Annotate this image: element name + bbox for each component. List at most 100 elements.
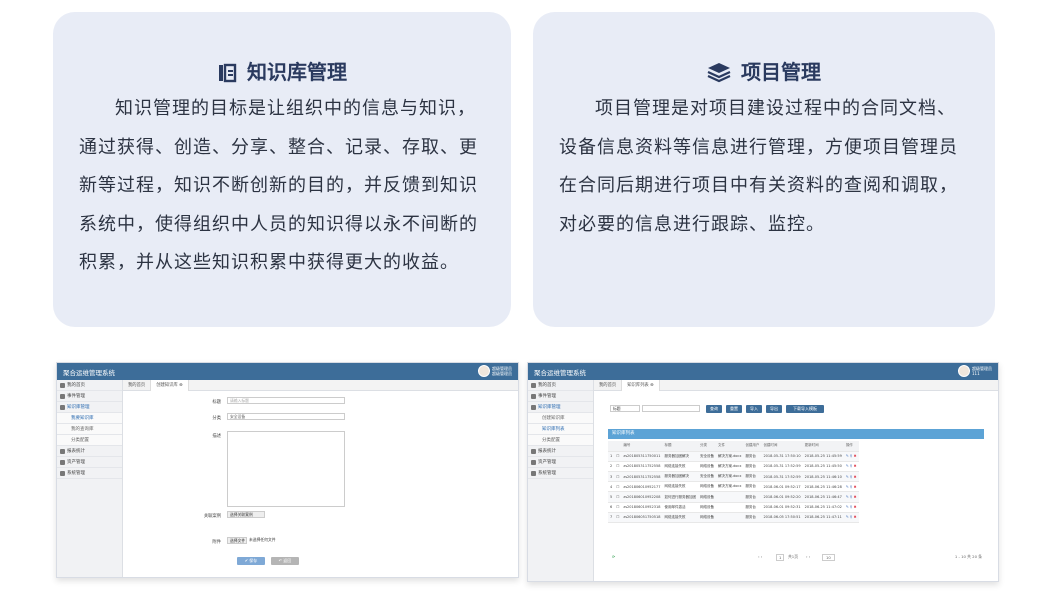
tab-home[interactable]: 我的首页 (594, 380, 621, 391)
col-id[interactable]: 编号 (621, 441, 663, 452)
table-row[interactable]: 3 ☐ zs201805311752558 服务器加固解决 安全设备 解决方案.docx 服… (608, 471, 859, 483)
table-row[interactable]: 4 ☐ zs201806010952177 网络连接失败 网络设备 解决方案.docx 服务… (608, 481, 859, 493)
sidebar-item-reports[interactable]: 报表统计 (528, 446, 593, 457)
knowledge-card: 知识库管理 知识管理的目标是让组织中的信息与知识，通过获得、创造、分享、整合、记… (53, 12, 511, 327)
delete-icon[interactable]: ✖ (854, 515, 857, 519)
app-brand: 聚合运维管理系统 (63, 369, 115, 377)
edit-icon[interactable]: ✎ (846, 495, 849, 499)
edit-icon[interactable]: ✎ (846, 505, 849, 509)
col-user[interactable]: 创建用户 (743, 441, 762, 452)
pager-prev-icon[interactable]: ‹ ‹ (758, 554, 762, 559)
pager-info: 1 - 10 共 20 条 (954, 554, 982, 559)
view-icon[interactable]: ⚲ (850, 495, 853, 499)
return-button[interactable]: ↶ 返回 (271, 557, 299, 565)
tab-bar: 我的首页 创建知识库 ⊗ (123, 380, 518, 391)
related-button[interactable]: 选择关联案例 (227, 511, 265, 518)
view-icon[interactable]: ⚲ (850, 454, 853, 458)
sidebar-item-assets[interactable]: 资产管理 (57, 457, 122, 468)
pager-total-pages: 共1页 (788, 554, 799, 559)
title-input[interactable]: 请输入标题 (227, 397, 345, 404)
category-label: 分类 (212, 416, 221, 421)
export-button[interactable]: 导出 (766, 405, 782, 413)
col-title[interactable]: 标题 (662, 441, 698, 452)
sidebar-item-my-query[interactable]: 我的查询库 (57, 424, 122, 435)
edit-icon[interactable]: ✎ (846, 464, 849, 468)
sidebar-item-assets[interactable]: 资产管理 (528, 457, 593, 468)
tab-bar: 我的首页 知识库列表 ⊗ (594, 380, 998, 391)
create-knowledge-screenshot: 聚合运维管理系统 超级管理员 超级管理员 我的首页 事件管理 知识库管理 我要知… (56, 362, 519, 578)
col-created[interactable]: 创建时间 (761, 441, 803, 452)
table-row[interactable]: 7 ☐ zs201806051750518 网络连接失败 网络设备 服务台 2018-06-… (608, 512, 859, 524)
delete-icon[interactable]: ✖ (854, 485, 857, 489)
sidebar-item-home[interactable]: 我的首页 (57, 380, 122, 391)
col-updated[interactable]: 更新时间 (802, 441, 844, 452)
delete-icon[interactable]: ✖ (854, 475, 857, 479)
sidebar-item-system[interactable]: 系统管理 (528, 468, 593, 479)
pager-page-input[interactable]: 1 (776, 554, 785, 561)
delete-icon[interactable]: ✖ (854, 505, 857, 509)
view-icon[interactable]: ⚲ (850, 475, 853, 479)
pager-size-select[interactable]: 10 (822, 554, 835, 561)
save-button[interactable]: ✔ 保存 (237, 557, 265, 565)
avatar[interactable] (958, 365, 970, 377)
view-icon[interactable]: ⚲ (850, 505, 853, 509)
col-category[interactable]: 分类 (697, 441, 716, 452)
pager-next-icon[interactable]: › › (806, 554, 810, 559)
title-label: 标题 (212, 400, 221, 405)
edit-icon[interactable]: ✎ (846, 475, 849, 479)
delete-icon[interactable]: ✖ (854, 495, 857, 499)
view-icon[interactable]: ⚲ (850, 464, 853, 468)
filter-select[interactable]: 标题 (610, 405, 640, 412)
delete-icon[interactable]: ✖ (854, 464, 857, 468)
download-template-button[interactable]: 下载导入模板 (786, 405, 824, 413)
desc-textarea[interactable] (227, 431, 345, 507)
sidebar-item-home[interactable]: 我的首页 (528, 380, 593, 391)
edit-icon[interactable]: ✎ (846, 485, 849, 489)
reset-button[interactable]: 重置 (726, 405, 742, 413)
table-row[interactable]: 5 ☐ zs201806010952208 如何进行服务器加固 网络设备 服务台 2018-… (608, 491, 859, 503)
sidebar-item-knowledge[interactable]: 知识库管理 (528, 402, 593, 413)
sidebar-item-category[interactable]: 分类配置 (57, 435, 122, 446)
col-file[interactable]: 文件 (715, 441, 744, 452)
app-brand: 聚合运维管理系统 (534, 369, 586, 377)
sidebar-item-knowledge[interactable]: 知识库管理 (57, 402, 122, 413)
edit-icon[interactable]: ✎ (846, 454, 849, 458)
project-title-row: 项目管理 (533, 56, 995, 88)
sidebar-item-events[interactable]: 事件管理 (57, 391, 122, 402)
sidebar-item-create-knowledge[interactable]: 创建知识库 (528, 413, 593, 424)
import-button[interactable]: 导入 (746, 405, 762, 413)
sidebar-item-my-knowledge[interactable]: 我要知识库 (57, 413, 122, 424)
table-header: 编号 标题 分类 文件 创建用户 创建时间 更新时间 操作 (608, 441, 859, 452)
category-select[interactable]: 安全设备 (227, 413, 345, 420)
panel-title: 知识库列表 (608, 429, 984, 439)
table-row[interactable]: 1 ☐ zs201805311750011 服务器加固解决 安全设备 解决方案.docx 服… (608, 451, 859, 462)
view-icon[interactable]: ⚲ (850, 485, 853, 489)
app-topbar: 聚合运维管理系统 超级管理员 超级管理员 (57, 363, 518, 380)
create-form: 标题 请输入标题 分类 安全设备 描述 关联案例 选择关联案例 附件 选择文件 … (123, 391, 518, 577)
tab-knowledge-list[interactable]: 知识库列表 ⊗ (621, 380, 660, 391)
refresh-icon[interactable]: ⟳ (612, 554, 615, 559)
query-button[interactable]: 查询 (706, 405, 722, 413)
avatar[interactable] (478, 365, 490, 377)
filter-input[interactable] (642, 405, 700, 412)
sidebar-item-knowledge-list[interactable]: 知识库列表 (528, 424, 593, 435)
tab-home[interactable]: 我的首页 (123, 380, 150, 391)
sidebar-item-reports[interactable]: 报表统计 (57, 446, 122, 457)
table-row[interactable]: 2 ☐ zs201805311752558 网络连接失败 网络设备 解决方案.docx 服务… (608, 461, 859, 473)
pagination: ⟳ ‹ ‹ 1 共1页 › › 10 1 - 10 共 20 条 (608, 553, 984, 563)
tab-create-knowledge[interactable]: 创建知识库 ⊗ (150, 380, 189, 391)
table-row[interactable]: 6 ☐ zs201806010952318 使用邮件激活 网络设备 服务台 2018-06-… (608, 502, 859, 513)
sidebar-item-system[interactable]: 系统管理 (57, 468, 122, 479)
col-actions: 操作 (843, 441, 859, 452)
delete-icon[interactable]: ✖ (854, 454, 857, 458)
knowledge-list-screenshot: 聚合运维管理系统 超级管理员 111 我的首页 事件管理 知识库管理 创建知识库… (527, 362, 999, 582)
file-button[interactable]: 选择文件 (227, 537, 247, 544)
sidebar: 我的首页 事件管理 知识库管理 创建知识库 知识库列表 分类配置 报表统计 资产… (528, 380, 594, 581)
view-icon[interactable]: ⚲ (850, 515, 853, 519)
project-description: 项目管理是对项目建设过程中的合同文档、设备信息资料等信息进行管理，方便项目管理员… (559, 98, 958, 235)
edit-icon[interactable]: ✎ (846, 515, 849, 519)
sidebar: 我的首页 事件管理 知识库管理 我要知识库 我的查询库 分类配置 报表统计 资产… (57, 380, 123, 577)
sidebar-item-category[interactable]: 分类配置 (528, 435, 593, 446)
col-check[interactable] (614, 441, 622, 452)
sidebar-item-events[interactable]: 事件管理 (528, 391, 593, 402)
